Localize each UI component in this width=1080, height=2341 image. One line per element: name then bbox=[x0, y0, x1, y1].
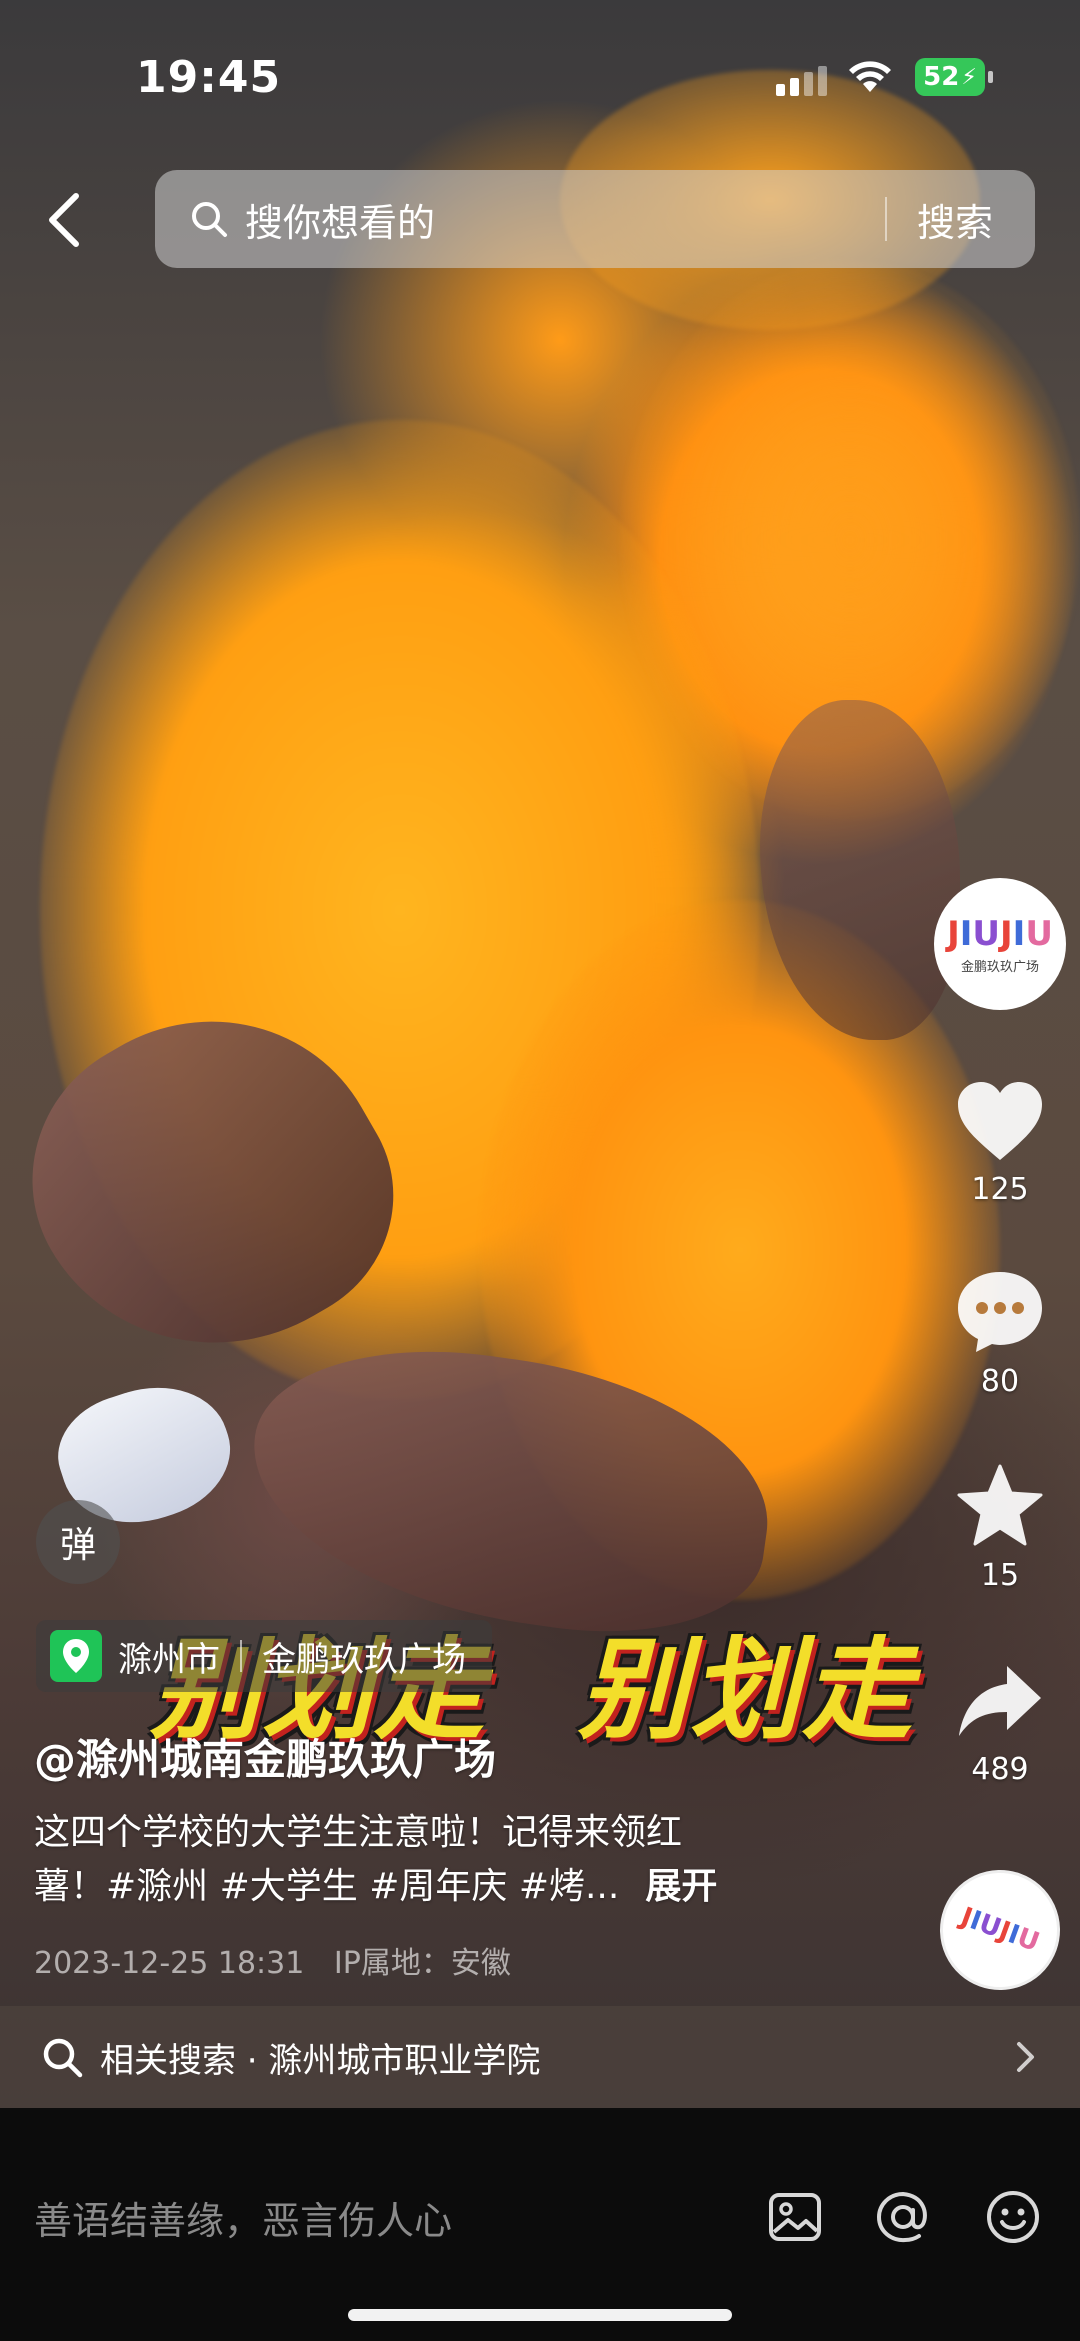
signal-icon bbox=[776, 66, 827, 96]
home-indicator[interactable] bbox=[348, 2309, 732, 2321]
danmaku-toggle-button[interactable]: 弹 bbox=[36, 1500, 120, 1584]
avatar-logo: JIUJIU bbox=[947, 913, 1053, 954]
like-button[interactable]: 125 bbox=[930, 1080, 1070, 1207]
ip-location: IP属地：安徽 bbox=[333, 1946, 511, 1981]
wifi-icon bbox=[849, 61, 891, 92]
image-icon[interactable] bbox=[766, 2188, 824, 2246]
heart-icon bbox=[958, 1082, 1042, 1160]
share-count: 489 bbox=[971, 1752, 1029, 1787]
video-player[interactable] bbox=[0, 0, 1080, 2108]
post-meta: 2023-12-25 18:31 IP属地：安徽 bbox=[34, 1938, 511, 1982]
back-arrow-icon[interactable] bbox=[40, 190, 90, 250]
post-date: 2023-12-25 18:31 bbox=[34, 1946, 305, 1981]
author-name[interactable]: @滁州城南金鹏玖玖广场 bbox=[34, 1726, 496, 1787]
favorite-button[interactable]: 15 bbox=[930, 1462, 1070, 1593]
search-icon bbox=[192, 202, 227, 237]
account-avatar[interactable]: JIUJIU 金鹏玖玖广场 bbox=[934, 878, 1066, 1010]
location-place: 金鹏玖玖广场 bbox=[262, 1639, 466, 1680]
description-line-2[interactable]: 薯！#滁州 #大学生 #周年庆 #烤... bbox=[34, 1866, 619, 1907]
related-search-bar[interactable]: 相关搜索 · 滁州城市职业学院 bbox=[0, 2006, 1080, 2108]
status-bar: 19:45 52 ⚡ bbox=[0, 0, 1080, 150]
chevron-right-icon bbox=[1017, 2042, 1034, 2072]
search-input[interactable]: 搜你想看的 bbox=[245, 192, 885, 247]
status-time: 19:45 bbox=[136, 52, 282, 103]
disc-logo: JIUJIU bbox=[956, 1902, 1044, 1958]
comment-icon bbox=[958, 1272, 1042, 1352]
related-search-text: 相关搜索 · 滁州城市职业学院 bbox=[100, 2040, 541, 2081]
emoji-icon[interactable] bbox=[984, 2188, 1042, 2246]
avatar-subtitle: 金鹏玖玖广场 bbox=[960, 959, 1039, 975]
location-divider bbox=[240, 1640, 242, 1672]
search-bar[interactable]: 搜你想看的 搜索 bbox=[155, 170, 1035, 268]
location-pin-icon bbox=[50, 1630, 102, 1682]
battery-icon: 52 ⚡ bbox=[915, 58, 993, 96]
expand-button[interactable]: 展开 bbox=[645, 1866, 717, 1907]
comment-input[interactable]: 善语结善缘，恶言伤人心 bbox=[34, 2190, 452, 2245]
comment-button[interactable]: 80 bbox=[930, 1268, 1070, 1399]
description-line-1: 这四个学校的大学生注意啦！记得来领红 bbox=[34, 1812, 683, 1853]
comment-bar: 善语结善缘，恶言伤人心 bbox=[0, 2108, 1080, 2341]
location-tag[interactable]: 滁州市 金鹏玖玖广场 bbox=[36, 1620, 492, 1692]
search-button[interactable]: 搜索 bbox=[917, 192, 993, 247]
share-icon bbox=[959, 1666, 1041, 1736]
favorite-count: 15 bbox=[980, 1558, 1020, 1593]
like-count: 125 bbox=[971, 1172, 1029, 1207]
at-mention-icon[interactable] bbox=[874, 2188, 932, 2246]
charging-bolt: ⚡ bbox=[961, 64, 977, 90]
location-city: 滁州市 bbox=[118, 1639, 220, 1680]
search-icon bbox=[43, 2038, 83, 2078]
comment-count: 80 bbox=[980, 1364, 1020, 1399]
star-icon bbox=[957, 1464, 1043, 1546]
share-button[interactable]: 489 bbox=[930, 1662, 1070, 1787]
video-subtitle-right: 别划走 bbox=[578, 1626, 914, 1754]
search-divider bbox=[884, 197, 887, 241]
post-description: 这四个学校的大学生注意啦！记得来领红 薯！#滁州 #大学生 #周年庆 #烤...… bbox=[34, 1806, 794, 1914]
battery-level: 52 bbox=[923, 62, 960, 92]
danmaku-label: 弹 bbox=[59, 1525, 96, 1566]
